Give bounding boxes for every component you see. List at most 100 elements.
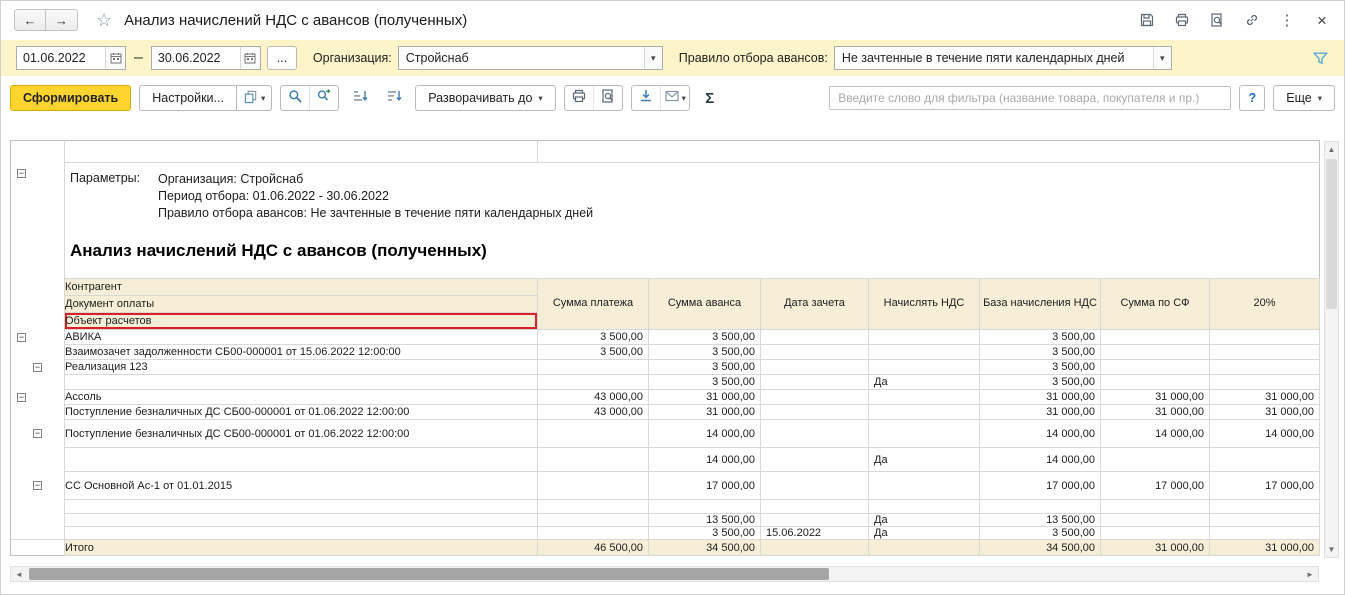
calendar-icon[interactable] (239, 47, 260, 69)
cell-offset-date[interactable]: 15.06.2022 (760, 526, 869, 540)
cell-invoice-sum[interactable] (1100, 447, 1210, 472)
cell-vat-base[interactable]: 13 500,00 (979, 513, 1101, 527)
cell-payment-sum[interactable] (537, 499, 649, 514)
cell-advance-sum[interactable]: 31 000,00 (648, 389, 761, 405)
generate-button[interactable]: Сформировать (10, 85, 132, 111)
print-preview-icon[interactable] (1208, 11, 1226, 29)
scroll-up-icon[interactable]: ▲ (1325, 142, 1338, 157)
filter-search-input[interactable] (829, 86, 1232, 110)
save-icon[interactable] (1138, 11, 1156, 29)
send-mail-button[interactable]: ▾ (659, 86, 689, 110)
cell-offset-date[interactable] (760, 389, 869, 405)
cell-rate[interactable] (1208, 447, 1321, 472)
collapse-marker[interactable]: − (33, 362, 42, 372)
row-label[interactable]: Поступление безналичных ДС СБ00-000001 о… (64, 419, 538, 448)
cell-invoice-sum[interactable]: 31 000,00 (1100, 539, 1210, 556)
row-label[interactable]: Реализация 123 (64, 359, 538, 375)
save-file-button[interactable] (632, 86, 660, 110)
collapse-marker[interactable]: − (17, 332, 26, 342)
settings-button[interactable]: Настройки... (139, 85, 237, 111)
header-charge-vat[interactable]: Начислять НДС (868, 278, 980, 330)
cell-vat-base[interactable]: 31 000,00 (979, 389, 1101, 405)
cell-charge-vat[interactable]: Да (868, 374, 980, 390)
cell-rate[interactable]: 31 000,00 (1208, 539, 1321, 556)
cell-offset-date[interactable] (760, 419, 869, 448)
print-preview-button[interactable] (592, 86, 622, 110)
vertical-scroll-track[interactable] (1325, 157, 1338, 542)
cell-rate[interactable] (1208, 359, 1321, 375)
cell-invoice-sum[interactable] (1100, 499, 1210, 514)
cell-charge-vat[interactable] (868, 344, 980, 360)
cell-rate[interactable] (1208, 329, 1321, 345)
cell-charge-vat[interactable] (868, 419, 980, 448)
cell-charge-vat[interactable]: Да (868, 526, 980, 540)
cell-rate[interactable]: 31 000,00 (1208, 389, 1321, 405)
cell-advance-sum[interactable]: 14 000,00 (648, 447, 761, 472)
cell-advance-sum[interactable]: 3 500,00 (648, 374, 761, 390)
header-invoice-sum[interactable]: Сумма по СФ (1100, 278, 1210, 330)
cell-payment-sum[interactable] (537, 419, 649, 448)
cell-advance-sum[interactable]: 3 500,00 (648, 344, 761, 360)
header-vat-base[interactable]: База начисления НДС (979, 278, 1101, 330)
cell-vat-base[interactable]: 34 500,00 (979, 539, 1101, 556)
cell-offset-date[interactable] (760, 374, 869, 390)
report-title-cell[interactable]: Анализ начислений НДС с авансов (получен… (65, 225, 1320, 279)
row-label[interactable] (64, 526, 538, 540)
cell-rate[interactable]: 17 000,00 (1208, 471, 1321, 500)
cell-payment-sum[interactable]: 46 500,00 (537, 539, 649, 556)
find-next-button[interactable] (309, 86, 338, 110)
cell-invoice-sum[interactable] (1100, 359, 1210, 375)
vertical-scrollbar[interactable]: ▲ ▼ (1324, 141, 1339, 558)
advance-rule-value[interactable]: Не зачтенные в течение пяти календарных … (835, 51, 1153, 65)
cell-invoice-sum[interactable] (1100, 526, 1210, 540)
more-menu-icon[interactable]: ⋮ (1278, 11, 1296, 29)
cell-offset-date[interactable] (760, 539, 869, 556)
chevron-down-icon[interactable]: ▾ (1152, 47, 1171, 69)
row-label[interactable]: Ассоль (64, 389, 538, 405)
cell-payment-sum[interactable]: 3 500,00 (537, 344, 649, 360)
cell-payment-sum[interactable] (537, 374, 649, 390)
favorite-star-icon[interactable]: ☆ (96, 11, 112, 29)
spacer-cell[interactable] (64, 140, 538, 163)
cell-payment-sum[interactable]: 3 500,00 (537, 329, 649, 345)
cell-payment-sum[interactable]: 43 000,00 (537, 389, 649, 405)
header-kontragent[interactable]: Контрагент (64, 278, 538, 296)
horizontal-scrollbar[interactable]: ◄ ► (10, 566, 1319, 582)
cell-offset-date[interactable] (760, 513, 869, 527)
row-label[interactable] (64, 447, 538, 472)
scroll-left-icon[interactable]: ◄ (11, 567, 27, 581)
row-label[interactable]: Поступление безналичных ДС СБ00-000001 о… (64, 404, 538, 420)
header-payment-sum[interactable]: Сумма платежа (537, 278, 649, 330)
cell-invoice-sum[interactable] (1100, 329, 1210, 345)
cell-payment-sum[interactable] (537, 471, 649, 500)
cell-payment-sum[interactable] (537, 359, 649, 375)
cell-advance-sum[interactable]: 17 000,00 (648, 471, 761, 500)
cell-offset-date[interactable] (760, 471, 869, 500)
cell-rate[interactable] (1208, 499, 1321, 514)
cell-advance-sum[interactable]: 3 500,00 (648, 359, 761, 375)
cell-charge-vat[interactable] (868, 499, 980, 514)
cell-rate[interactable]: 14 000,00 (1208, 419, 1321, 448)
cell-vat-base[interactable]: 3 500,00 (979, 344, 1101, 360)
cell-rate[interactable] (1208, 526, 1321, 540)
header-advance-sum[interactable]: Сумма аванса (648, 278, 761, 330)
organization-value[interactable]: Стройснаб (399, 51, 644, 65)
row-label[interactable]: АВИКА (64, 329, 538, 345)
row-label[interactable] (64, 374, 538, 390)
cell-offset-date[interactable] (760, 344, 869, 360)
horizontal-scroll-thumb[interactable] (29, 568, 829, 580)
row-label[interactable]: Взаимозачет задолженности СБ00-000001 от… (64, 344, 538, 360)
cell-charge-vat[interactable] (868, 404, 980, 420)
cell-vat-base[interactable]: 3 500,00 (979, 329, 1101, 345)
header-rate[interactable]: 20% (1208, 278, 1321, 330)
cell-invoice-sum[interactable] (1100, 374, 1210, 390)
row-label[interactable]: СС Основной Ас-1 от 01.01.2015 (64, 471, 538, 500)
cell-vat-base[interactable]: 17 000,00 (979, 471, 1101, 500)
expand-to-button[interactable]: Разворачивать до ▾ (415, 85, 556, 111)
collapse-marker[interactable]: − (33, 481, 42, 491)
print-icon[interactable] (1173, 11, 1191, 29)
cell-advance-sum[interactable]: 3 500,00 (648, 526, 761, 540)
cell-offset-date[interactable] (760, 447, 869, 472)
sort-ascending-button[interactable] (347, 85, 373, 111)
scroll-right-icon[interactable]: ► (1302, 567, 1318, 581)
